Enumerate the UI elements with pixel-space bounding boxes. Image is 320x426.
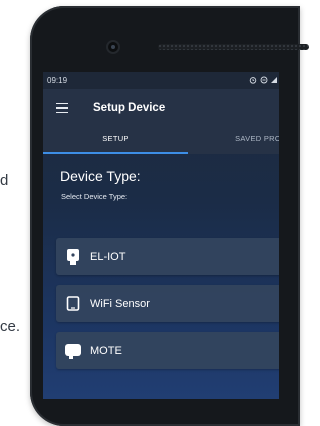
device-option-el-iot[interactable]: EL-IOT bbox=[56, 238, 279, 275]
status-bar: 09:19 bbox=[43, 72, 279, 89]
hamburger-menu-icon[interactable] bbox=[56, 102, 68, 114]
device-option-label: WiFi Sensor bbox=[90, 297, 150, 310]
active-tab-indicator bbox=[43, 151, 188, 154]
iot-device-icon bbox=[64, 248, 82, 266]
tab-bar: SETUP SAVED PROF bbox=[43, 127, 279, 154]
app-bar: Setup Device bbox=[43, 89, 279, 127]
app-bar-title: Setup Device bbox=[93, 102, 166, 114]
device-type-heading: Device Type: bbox=[60, 168, 141, 184]
tab-saved-profiles[interactable]: SAVED PROF bbox=[188, 127, 279, 154]
front-camera bbox=[108, 42, 118, 52]
device-option-wifi-sensor[interactable]: WiFi Sensor bbox=[56, 285, 279, 322]
signal-icon bbox=[271, 76, 277, 86]
status-time: 09:19 bbox=[47, 76, 68, 85]
background-text-fragment: d bbox=[0, 172, 9, 189]
alarm-icon bbox=[249, 76, 257, 86]
device-option-mote[interactable]: MOTE bbox=[56, 332, 279, 369]
mote-device-icon bbox=[64, 342, 82, 360]
background-text-fragment: ce. bbox=[0, 318, 21, 335]
phone-screen: 09:19 Setup Device SETUP SAVED PROF Devi… bbox=[43, 72, 279, 399]
device-option-label: MOTE bbox=[90, 344, 122, 357]
device-option-label: EL-IOT bbox=[90, 250, 126, 263]
device-type-subheading: Select Device Type: bbox=[61, 192, 128, 201]
earpiece-speaker bbox=[158, 44, 309, 50]
wifi-sensor-icon bbox=[64, 295, 82, 313]
do-not-disturb-icon bbox=[260, 76, 268, 86]
tab-setup[interactable]: SETUP bbox=[43, 127, 188, 154]
